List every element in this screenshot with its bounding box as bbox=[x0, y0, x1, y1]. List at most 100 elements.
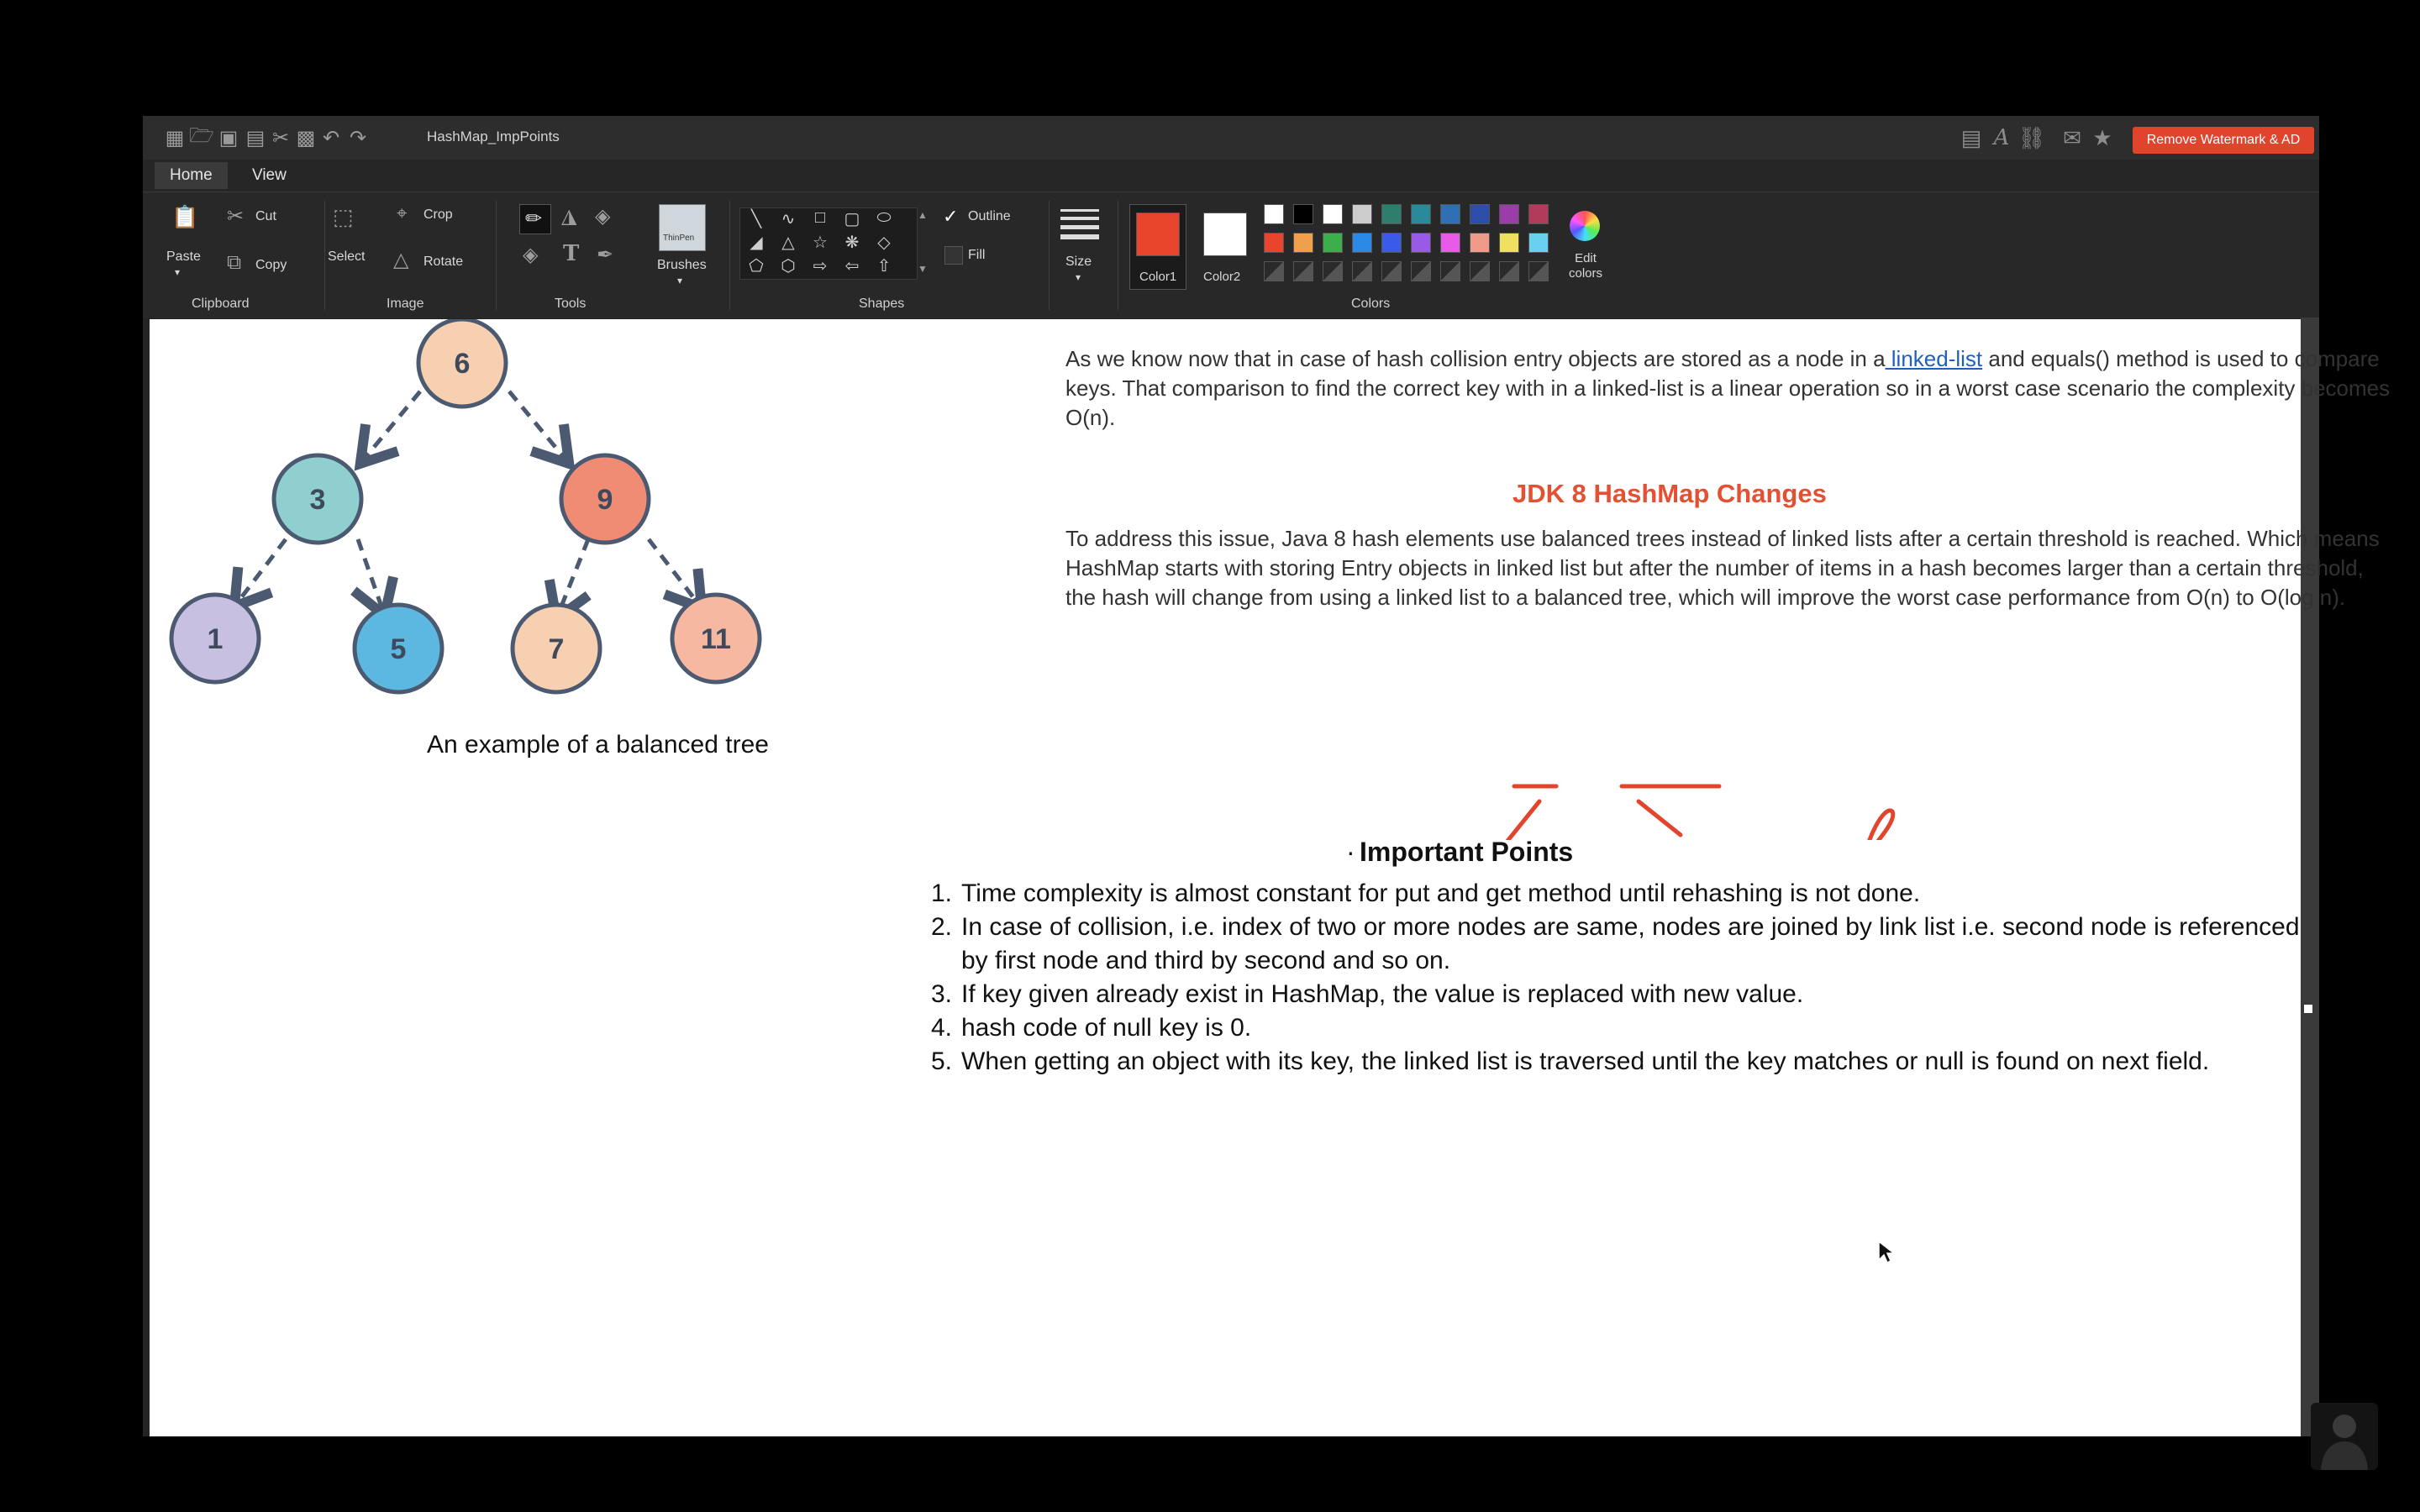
color-swatch[interactable] bbox=[1499, 204, 1519, 224]
outline-option[interactable]: Outline bbox=[968, 209, 1011, 224]
color-swatch[interactable] bbox=[1352, 233, 1372, 253]
mail-icon[interactable]: ✉ bbox=[2059, 125, 2086, 150]
color-swatch[interactable] bbox=[1499, 233, 1519, 253]
arrow-left-shape-icon[interactable]: ⇦ bbox=[841, 255, 863, 276]
empty-color-swatch[interactable] bbox=[1470, 261, 1490, 281]
empty-color-swatch[interactable] bbox=[1293, 261, 1313, 281]
empty-color-swatch[interactable] bbox=[1323, 261, 1343, 281]
color1-swatch[interactable] bbox=[1136, 213, 1180, 256]
paste-dropdown-icon[interactable]: ▾ bbox=[175, 266, 180, 278]
shapes-scroll-down-icon[interactable]: ▼ bbox=[918, 263, 928, 275]
color-swatch[interactable] bbox=[1264, 233, 1284, 253]
shapes-scroll-up-icon[interactable]: ▲ bbox=[918, 209, 928, 221]
ellipse-shape-icon[interactable]: ⬭ bbox=[873, 208, 895, 228]
rotate-button[interactable]: Rotate bbox=[424, 255, 463, 270]
brushes-dropdown-icon[interactable]: ▾ bbox=[677, 275, 682, 286]
curve-shape-icon[interactable]: ∿ bbox=[777, 208, 799, 229]
new-file-icon[interactable]: ▦ bbox=[163, 126, 187, 150]
copy-icon[interactable]: ⧉ bbox=[227, 251, 241, 275]
tab-view[interactable]: View bbox=[237, 162, 302, 189]
size-dropdown-icon[interactable]: ▾ bbox=[1076, 271, 1081, 283]
color-swatch[interactable] bbox=[1440, 204, 1460, 224]
list-number: 3. bbox=[931, 980, 953, 1008]
tab-home[interactable]: Home bbox=[155, 162, 228, 189]
rounded-rectangle-shape-icon[interactable]: ▢ bbox=[841, 208, 863, 229]
color-swatch[interactable] bbox=[1381, 204, 1402, 224]
arrow-up-shape-icon[interactable]: ⇧ bbox=[873, 255, 895, 276]
star-icon[interactable]: ★ bbox=[2089, 125, 2116, 150]
size-lines-icon[interactable] bbox=[1060, 209, 1099, 239]
hexagon-shape-icon[interactable]: ⬡ bbox=[777, 255, 799, 276]
size-button[interactable]: Size bbox=[1065, 255, 1092, 270]
empty-color-swatch[interactable] bbox=[1381, 261, 1402, 281]
line-shape-icon[interactable]: ╲ bbox=[745, 208, 767, 229]
color-swatch[interactable] bbox=[1293, 204, 1313, 224]
color-picker-icon[interactable]: ✒ bbox=[597, 243, 613, 267]
color-swatch[interactable] bbox=[1440, 233, 1460, 253]
eraser-icon[interactable]: ◮ bbox=[561, 204, 576, 228]
redo-icon[interactable]: ↷ bbox=[346, 126, 370, 150]
font-icon[interactable]: A bbox=[1988, 125, 2015, 150]
empty-color-swatch[interactable] bbox=[1264, 261, 1284, 281]
pentagon-shape-icon[interactable]: ⬠ bbox=[745, 255, 767, 276]
remove-watermark-button[interactable]: Remove Watermark & AD bbox=[2133, 127, 2314, 154]
share-icon[interactable]: ⛓ bbox=[2018, 125, 2046, 150]
empty-color-swatch[interactable] bbox=[1440, 261, 1460, 281]
paint-bucket-icon[interactable]: ◈ bbox=[523, 243, 538, 267]
color-swatch[interactable] bbox=[1411, 233, 1431, 253]
fill-option[interactable]: Fill bbox=[968, 248, 985, 263]
edit-colors-button[interactable]: Edit colors bbox=[1563, 251, 1608, 281]
crop-icon[interactable]: ⌖ bbox=[397, 202, 407, 224]
color-swatch[interactable] bbox=[1470, 233, 1490, 253]
copy-button[interactable]: Copy bbox=[255, 258, 287, 273]
fill-bucket-icon[interactable]: ◈ bbox=[595, 204, 610, 228]
brushes-button[interactable]: Brushes bbox=[657, 258, 707, 273]
star-shape-icon[interactable]: ☆ bbox=[809, 232, 831, 253]
print-icon[interactable]: ▤ bbox=[244, 126, 267, 150]
cut-button[interactable]: Cut bbox=[255, 209, 276, 224]
arrow-right-shape-icon[interactable]: ⇨ bbox=[809, 255, 831, 276]
color-swatch[interactable] bbox=[1293, 233, 1313, 253]
color-swatch[interactable] bbox=[1528, 233, 1549, 253]
triangle-shape-icon[interactable]: △ bbox=[777, 232, 799, 253]
rectangle-shape-icon[interactable]: □ bbox=[809, 208, 831, 228]
ribbon-separator bbox=[729, 201, 730, 310]
save-icon[interactable]: ▣ bbox=[217, 126, 240, 150]
text-tool-icon[interactable]: T bbox=[563, 241, 579, 266]
select-button[interactable]: Select bbox=[328, 249, 365, 265]
color2-swatch[interactable] bbox=[1203, 213, 1247, 256]
ribbon: 📋 Paste ▾ ✂ Cut ⧉ Copy Clipboard ⬚ Selec… bbox=[143, 192, 2319, 318]
drawing-canvas[interactable]: 6 3 9 1 5 7 11 An example of a balanced … bbox=[150, 319, 2390, 1436]
pencil-tool[interactable]: ✏ bbox=[519, 204, 551, 234]
brush-thumbnail[interactable]: ThinPen bbox=[659, 204, 706, 251]
screen-icon[interactable]: ▤ bbox=[1958, 125, 1985, 150]
empty-color-swatch[interactable] bbox=[1499, 261, 1519, 281]
empty-color-swatch[interactable] bbox=[1352, 261, 1372, 281]
empty-color-swatch[interactable] bbox=[1411, 261, 1431, 281]
empty-color-swatch[interactable] bbox=[1528, 261, 1549, 281]
cut-quick-icon[interactable]: ✂ bbox=[269, 126, 292, 150]
polygon-shape-icon[interactable]: ❋ bbox=[841, 232, 863, 253]
outline-check-icon[interactable]: ✓ bbox=[943, 206, 958, 228]
fill-checkbox[interactable] bbox=[944, 246, 963, 265]
cut-icon[interactable]: ✂ bbox=[227, 204, 244, 228]
select-icon[interactable]: ⬚ bbox=[333, 204, 354, 230]
color-swatch[interactable] bbox=[1323, 204, 1343, 224]
rotate-icon[interactable]: △ bbox=[393, 248, 408, 272]
undo-icon[interactable]: ↶ bbox=[319, 126, 343, 150]
diamond-shape-icon[interactable]: ◇ bbox=[873, 232, 895, 253]
color-swatch[interactable] bbox=[1411, 204, 1431, 224]
color-swatch[interactable] bbox=[1352, 204, 1372, 224]
color-swatch[interactable] bbox=[1528, 204, 1549, 224]
color-swatch[interactable] bbox=[1323, 233, 1343, 253]
paste-button[interactable]: Paste bbox=[166, 249, 201, 265]
color-swatch[interactable] bbox=[1381, 233, 1402, 253]
color-wheel-icon[interactable] bbox=[1570, 211, 1600, 241]
paste-icon[interactable]: 📋 bbox=[171, 204, 198, 230]
color-swatch[interactable] bbox=[1264, 204, 1284, 224]
open-folder-icon[interactable]: 🗁 bbox=[189, 124, 214, 150]
paste-quick-icon[interactable]: ▩ bbox=[294, 126, 318, 150]
color-swatch[interactable] bbox=[1470, 204, 1490, 224]
right-triangle-shape-icon[interactable]: ◢ bbox=[745, 232, 767, 253]
crop-button[interactable]: Crop bbox=[424, 207, 453, 223]
